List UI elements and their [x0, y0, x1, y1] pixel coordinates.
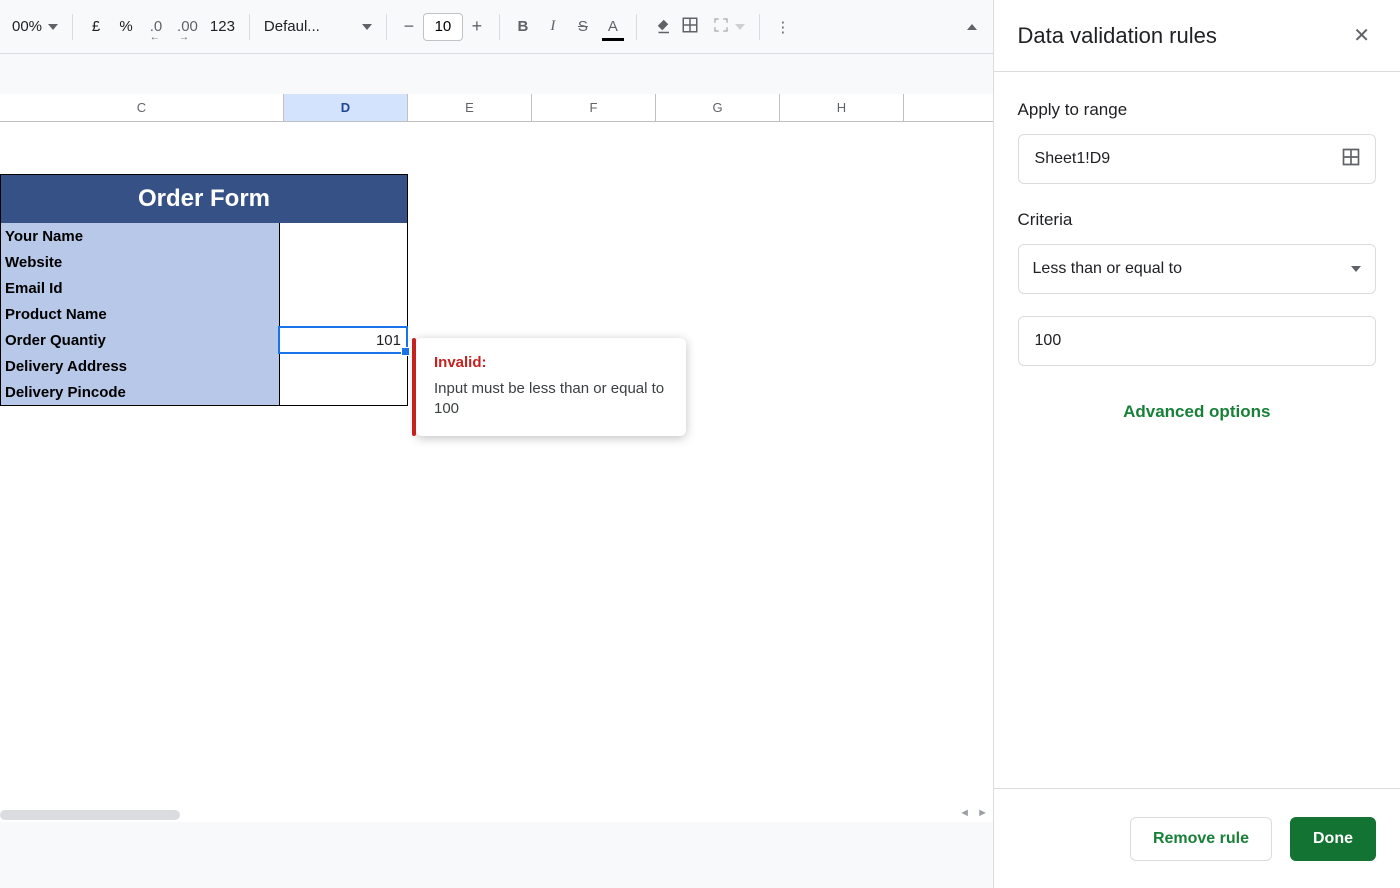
advanced-options-link[interactable]: Advanced options — [1018, 402, 1376, 422]
form-label: Order Quantiy — [1, 327, 279, 353]
apply-to-range-input[interactable] — [1018, 134, 1376, 184]
form-cell[interactable] — [279, 275, 407, 301]
remove-rule-button[interactable]: Remove rule — [1130, 817, 1272, 861]
form-label: Website — [1, 249, 279, 275]
currency-button[interactable]: £ — [81, 10, 111, 44]
column-header[interactable]: H — [780, 94, 904, 121]
tooltip-title: Invalid: — [434, 354, 668, 371]
chevron-down-icon — [48, 24, 58, 30]
paint-bucket-icon — [651, 16, 669, 38]
column-header[interactable]: D — [284, 94, 408, 121]
font-size-decrease[interactable]: − — [395, 13, 423, 41]
merge-icon — [711, 16, 731, 38]
order-form-range: Order Form Your Name Website Email Id Pr… — [0, 174, 408, 406]
merge-cells-button[interactable] — [705, 10, 751, 44]
font-size-increase[interactable]: + — [463, 13, 491, 41]
borders-button[interactable] — [675, 10, 705, 44]
italic-button[interactable]: I — [538, 10, 568, 44]
text-color-button[interactable]: A — [598, 10, 628, 44]
form-cell[interactable] — [279, 379, 407, 405]
bold-button[interactable]: B — [508, 10, 538, 44]
collapse-toolbar-button[interactable] — [957, 10, 987, 44]
fill-color-button[interactable] — [645, 10, 675, 44]
form-cell[interactable] — [279, 301, 407, 327]
active-cell[interactable]: 101 — [279, 327, 407, 353]
column-headers: C D E F G H — [0, 94, 993, 122]
criteria-dropdown[interactable]: Less than or equal to — [1018, 244, 1376, 294]
form-label: Email Id — [1, 275, 279, 301]
criteria-label: Criteria — [1018, 210, 1376, 230]
more-toolbar-button[interactable]: ⋮ — [768, 10, 798, 44]
column-header[interactable] — [904, 94, 993, 121]
close-panel-button[interactable]: ✕ — [1347, 22, 1376, 49]
chevron-down-icon — [1351, 266, 1361, 272]
font-size-input[interactable] — [423, 13, 463, 41]
toolbar: 00% £ % .0 ← .00 → 123 Defaul... — [0, 0, 993, 54]
column-header[interactable]: G — [656, 94, 780, 121]
panel-title: Data validation rules — [1018, 23, 1217, 49]
criteria-value-input[interactable] — [1018, 316, 1376, 366]
validation-error-tooltip: Invalid: Input must be less than or equa… — [416, 338, 686, 436]
data-validation-panel: Data validation rules ✕ Apply to range C… — [993, 0, 1400, 888]
horizontal-scrollbar[interactable]: ◄► — [0, 808, 993, 822]
chevron-down-icon — [362, 24, 372, 30]
number-format-button[interactable]: 123 — [204, 10, 241, 44]
form-label: Delivery Pincode — [1, 379, 279, 405]
percent-button[interactable]: % — [111, 10, 141, 44]
strikethrough-button[interactable]: S — [568, 10, 598, 44]
apply-to-range-label: Apply to range — [1018, 100, 1376, 120]
order-form-title: Order Form — [1, 175, 407, 223]
borders-icon — [681, 16, 699, 38]
column-header[interactable]: C — [0, 94, 284, 121]
form-cell[interactable] — [279, 353, 407, 379]
close-icon: ✕ — [1353, 25, 1370, 47]
spreadsheet-grid[interactable]: C D E F G H Order Form Your Name Website… — [0, 94, 993, 888]
more-vertical-icon: ⋮ — [775, 18, 790, 36]
form-label: Product Name — [1, 301, 279, 327]
grid-select-icon[interactable] — [1341, 147, 1361, 172]
font-family-dropdown[interactable]: Defaul... — [258, 10, 378, 44]
increase-decimal-button[interactable]: .00 → — [171, 10, 204, 44]
form-label: Delivery Address — [1, 353, 279, 379]
sheet-nav-arrows[interactable]: ◄► — [957, 806, 991, 820]
column-header[interactable]: F — [532, 94, 656, 121]
form-cell[interactable] — [279, 223, 407, 249]
chevron-down-icon — [735, 24, 745, 30]
column-header[interactable]: E — [408, 94, 532, 121]
tooltip-message: Input must be less than or equal to 100 — [434, 379, 668, 420]
zoom-dropdown[interactable]: 00% — [6, 10, 64, 44]
form-cell[interactable] — [279, 249, 407, 275]
done-button[interactable]: Done — [1290, 817, 1376, 861]
decrease-decimal-button[interactable]: .0 ← — [141, 10, 171, 44]
form-label: Your Name — [1, 223, 279, 249]
chevron-up-icon — [967, 24, 977, 30]
